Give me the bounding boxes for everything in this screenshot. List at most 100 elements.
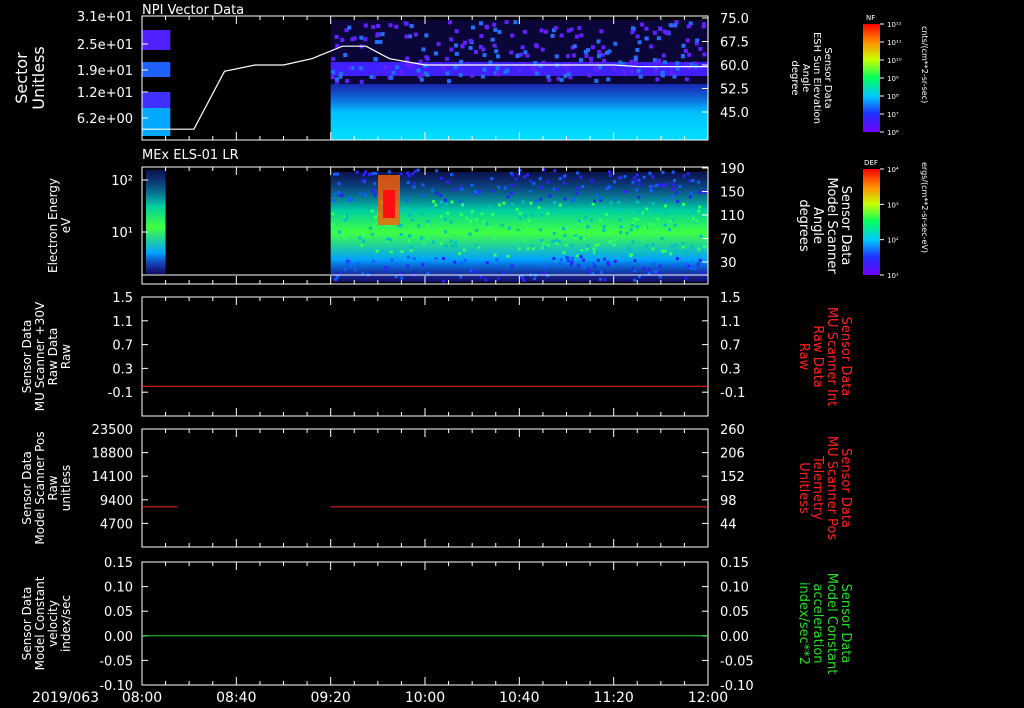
- npi-pixel: [331, 70, 336, 75]
- els-pixel: [369, 226, 373, 230]
- npi-pixel: [378, 39, 383, 44]
- x-tick-label: 10:40: [499, 690, 539, 706]
- right-y-axis-label: Sensor Data: [838, 448, 853, 528]
- els-pixel: [454, 244, 458, 248]
- els-pixel: [540, 246, 544, 250]
- els-pixel: [444, 244, 448, 248]
- els-pixel: [675, 257, 679, 261]
- npi-pixel: [601, 45, 606, 50]
- npi-pixel: [468, 45, 473, 50]
- npi-pixel: [599, 29, 604, 34]
- els-pixel: [698, 258, 702, 262]
- npi-pixel: [449, 47, 454, 52]
- els-pixel: [429, 233, 433, 237]
- els-pixel: [343, 268, 347, 272]
- els-pixel: [570, 260, 574, 264]
- y-axis-label: eV: [59, 217, 73, 233]
- y-tick-label: 14100: [92, 470, 133, 485]
- colorbar-def-gradient: [863, 169, 880, 275]
- npi-pixel: [553, 26, 558, 31]
- y-axis-label: Sensor Data: [20, 320, 34, 394]
- els-pixel: [506, 254, 510, 258]
- els-pixel: [510, 183, 514, 187]
- npi-pixel: [652, 30, 657, 35]
- els-pixel: [553, 169, 557, 173]
- els-pixel: [645, 207, 649, 211]
- els-pixel: [605, 187, 609, 191]
- els-pixel: [414, 229, 418, 233]
- npi-pixel: [584, 54, 589, 59]
- els-pixel: [373, 215, 377, 219]
- els-pixel: [412, 182, 416, 186]
- els-pixel: [422, 241, 426, 245]
- els-pixel: [479, 275, 483, 279]
- els-pixel: [673, 223, 677, 227]
- els-pixel: [551, 239, 555, 243]
- els-pixel: [488, 204, 492, 208]
- y-tick-label: 0.10: [104, 581, 133, 596]
- els-pixel: [665, 182, 669, 186]
- els-pixel: [672, 179, 676, 183]
- npi-pixel: [637, 40, 642, 45]
- els-pixel: [446, 211, 450, 215]
- els-pixel: [619, 207, 623, 211]
- els-pixel: [385, 237, 389, 241]
- els-pixel: [686, 172, 690, 176]
- els-pixel: [575, 254, 579, 258]
- right-y-tick-label: 30: [720, 256, 737, 271]
- els-pixel: [388, 238, 392, 242]
- els-pixel: [443, 198, 447, 202]
- npi-pixel: [503, 69, 508, 74]
- npi-pixel: [482, 53, 487, 58]
- els-pixel: [407, 174, 411, 178]
- panel2-title: MEx ELS-01 LR: [142, 148, 239, 163]
- els-pixel: [584, 215, 588, 219]
- els-pixel: [647, 268, 651, 272]
- els-pixel: [672, 182, 676, 186]
- els-pixel: [697, 247, 701, 251]
- els-pixel: [692, 217, 696, 221]
- npi-pixel: [629, 69, 634, 74]
- els-pixel: [373, 224, 377, 228]
- els-pixel: [635, 188, 639, 192]
- npi-pixel: [539, 28, 544, 33]
- npi-pixel: [394, 24, 399, 29]
- right-y-axis-label: Sensor Data: [822, 47, 833, 108]
- els-pixel: [681, 245, 685, 249]
- els-pixel: [409, 246, 413, 250]
- els-pixel: [390, 253, 394, 257]
- els-pixel: [474, 218, 478, 222]
- els-pixel: [465, 216, 469, 220]
- els-pixel: [579, 236, 583, 240]
- els-pixel: [421, 263, 425, 267]
- els-pixel: [444, 203, 448, 207]
- npi-pixel: [600, 52, 605, 57]
- els-pixel: [692, 267, 696, 271]
- els-pixel: [659, 183, 663, 187]
- right-y-axis-label: Raw Data: [810, 325, 825, 388]
- npi-pixel: [588, 56, 593, 61]
- npi-pixel: [347, 25, 352, 30]
- els-pixel: [475, 243, 479, 247]
- els-pixel: [631, 221, 635, 225]
- els-pixel: [649, 189, 653, 193]
- els-pixel: [373, 193, 377, 197]
- y-tick-label: 6.2e+00: [77, 112, 133, 127]
- npi-pixel: [488, 60, 493, 65]
- els-pixel: [370, 209, 374, 213]
- els-pixel: [699, 234, 703, 238]
- els-pixel: [469, 219, 473, 223]
- els-pixel: [537, 205, 541, 209]
- els-pixel: [613, 238, 617, 242]
- panel-frame: [141, 561, 709, 686]
- npi-early-band: [142, 92, 171, 108]
- els-pixel: [531, 213, 535, 217]
- els-pixel: [400, 250, 404, 254]
- els-pixel: [517, 247, 521, 251]
- els-pixel: [611, 252, 615, 256]
- right-y-tick-label: 260: [720, 423, 745, 438]
- els-pixel: [570, 256, 574, 260]
- els-pixel: [562, 181, 566, 185]
- npi-pixel: [403, 21, 408, 26]
- els-pixel: [532, 182, 536, 186]
